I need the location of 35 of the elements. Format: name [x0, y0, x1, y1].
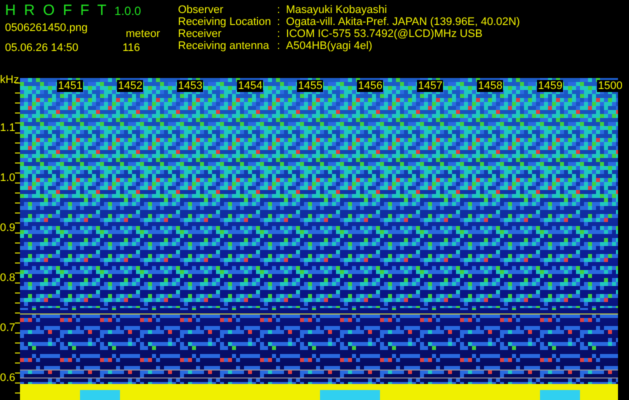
app-name: H R O F F T: [5, 2, 108, 19]
info-separator: :: [276, 28, 280, 40]
info-separator: :: [276, 4, 280, 16]
app-version: 1.0.0: [114, 4, 142, 18]
meteor-label: meteor: [126, 27, 160, 42]
frequency-label: 1.1: [0, 122, 16, 134]
info-value: Ogata-vill. Akita-Pref. JAPAN (139.96E, 40.02N): [286, 16, 520, 28]
time-label: 1452: [117, 80, 144, 92]
info-label: Receiver: [178, 28, 222, 40]
time-label: 1500: [597, 80, 624, 92]
info-value: Masayuki Kobayashi: [286, 4, 388, 16]
time-label: 1451: [57, 80, 84, 92]
frequency-label: 0.6: [0, 372, 16, 384]
info-label: Receiving Location: [178, 16, 271, 28]
time-label: 1457: [417, 80, 444, 92]
file-name: 0506261450.png: [5, 22, 88, 36]
time-label: 1453: [177, 80, 204, 92]
time-label: 1456: [357, 80, 384, 92]
info-separator: :: [276, 16, 280, 28]
info-separator: :: [276, 40, 280, 52]
info-label: Observer: [178, 4, 224, 16]
frequency-label: 0.9: [0, 222, 16, 234]
time-label: 1459: [537, 80, 564, 92]
time-label: 1454: [237, 80, 264, 92]
info-value: A504HB(yagi 4el): [286, 40, 374, 52]
axis-unit: kHz: [0, 74, 19, 86]
frequency-label: 1.0: [0, 172, 16, 184]
date-time: 05.06.26 14:50: [5, 42, 78, 54]
meteor-count: 116: [122, 42, 141, 54]
frequency-label: 0.7: [0, 322, 16, 334]
frequency-label: 0.8: [0, 272, 16, 284]
time-label: 1455: [297, 80, 324, 92]
time-label: 1458: [477, 80, 504, 92]
info-label: Receiving antenna: [178, 40, 270, 52]
info-value: ICOM IC-575 53.7492(@LCD)MHz USB: [286, 28, 484, 40]
